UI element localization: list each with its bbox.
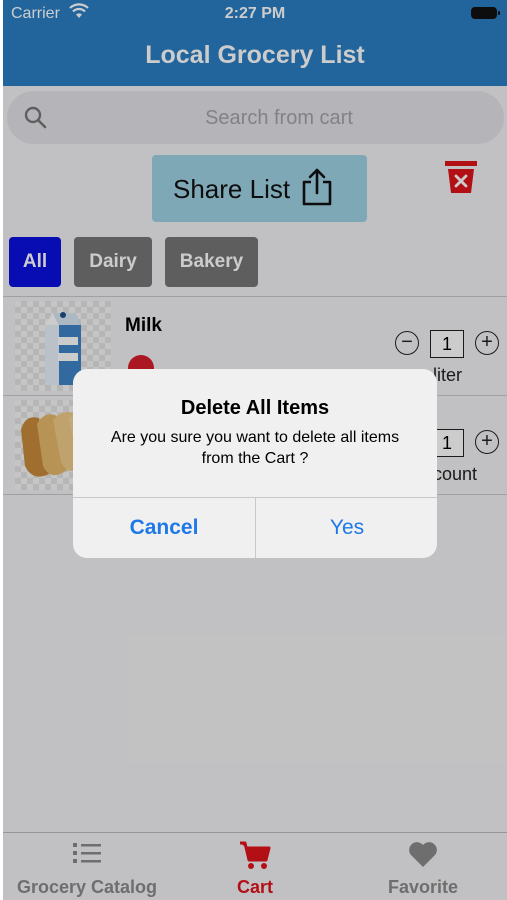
app-screen: Carrier 2:27 PM Local Grocery List Share… — [3, 0, 507, 900]
cancel-button[interactable]: Cancel — [73, 498, 255, 558]
delete-all-alert: Delete All Items Are you sure you want t… — [73, 369, 437, 558]
confirm-delete-button[interactable]: Yes — [256, 498, 437, 558]
alert-title: Delete All Items — [180, 397, 330, 419]
alert-message: Are you sure you want to delete all item… — [110, 429, 400, 467]
